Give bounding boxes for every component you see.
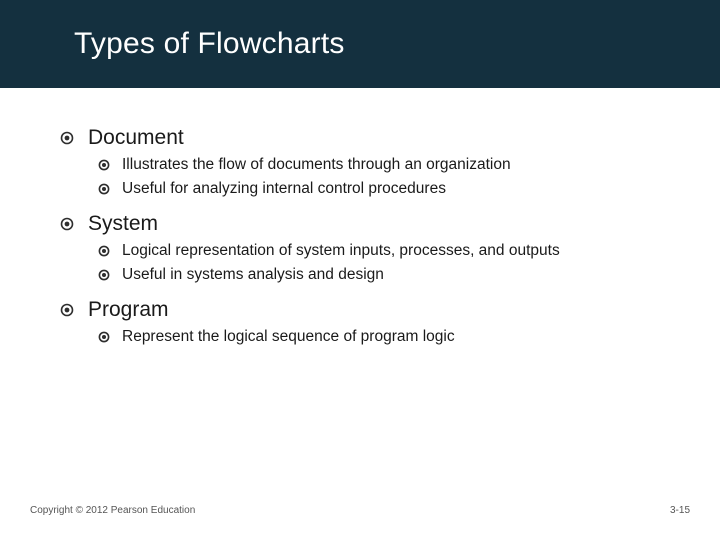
- section-document: Document Illustrates the flow of documen…: [60, 126, 720, 198]
- title-bar: Types of Flowcharts: [0, 0, 720, 88]
- section-heading: Document: [88, 126, 184, 150]
- bullet-icon: [98, 269, 110, 281]
- list-item-text: Illustrates the flow of documents throug…: [122, 156, 511, 174]
- list-item: Document: [60, 126, 720, 150]
- slide-title: Types of Flowcharts: [0, 27, 345, 61]
- list-item-text: Useful for analyzing internal control pr…: [122, 180, 446, 198]
- list-item: Program: [60, 298, 720, 322]
- list-item: Useful for analyzing internal control pr…: [98, 180, 720, 198]
- list-item-text: Logical representation of system inputs,…: [122, 242, 560, 260]
- section-heading: Program: [88, 298, 169, 322]
- list-item: Illustrates the flow of documents throug…: [98, 156, 720, 174]
- bullet-icon: [98, 331, 110, 343]
- bullet-icon: [98, 159, 110, 171]
- list-item: Useful in systems analysis and design: [98, 266, 720, 284]
- content-area: Document Illustrates the flow of documen…: [0, 88, 720, 346]
- page-number: 3-15: [670, 505, 690, 516]
- section-program: Program Represent the logical sequence o…: [60, 298, 720, 346]
- bullet-icon: [98, 245, 110, 257]
- bullet-icon: [60, 131, 74, 145]
- list-item: Represent the logical sequence of progra…: [98, 328, 720, 346]
- bullet-icon: [98, 183, 110, 195]
- list-item: System: [60, 212, 720, 236]
- copyright-text: Copyright © 2012 Pearson Education: [30, 505, 195, 516]
- bullet-icon: [60, 303, 74, 317]
- footer: Copyright © 2012 Pearson Education 3-15: [30, 505, 690, 516]
- list-item-text: Useful in systems analysis and design: [122, 266, 384, 284]
- section-heading: System: [88, 212, 158, 236]
- list-item: Logical representation of system inputs,…: [98, 242, 720, 260]
- bullet-icon: [60, 217, 74, 231]
- list-item-text: Represent the logical sequence of progra…: [122, 328, 455, 346]
- section-system: System Logical representation of system …: [60, 212, 720, 284]
- slide: Types of Flowcharts Document Illustrates…: [0, 0, 720, 540]
